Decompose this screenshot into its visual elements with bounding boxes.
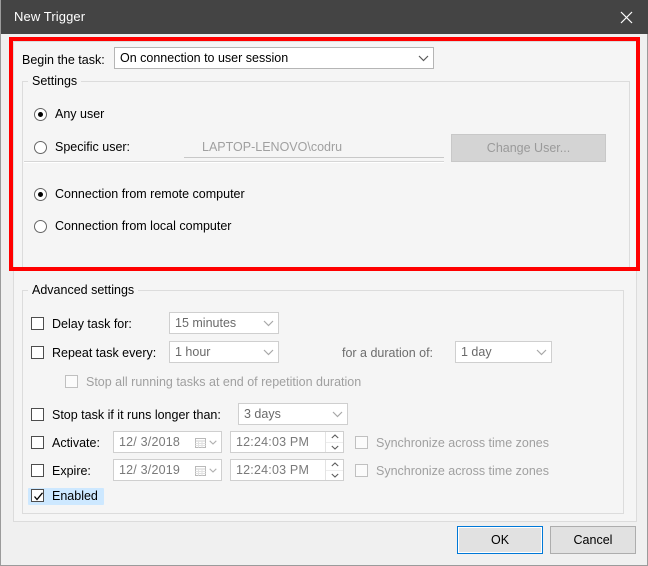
expire-time-value: 12:24:03 PM [236,463,310,477]
calendar-icon[interactable] [191,460,221,480]
begin-task-label: Begin the task: [22,53,105,67]
settings-group-title: Settings [28,74,82,88]
cancel-button-label: Cancel [573,533,613,547]
stop-if-longer-dropdown[interactable]: 3 days [238,403,348,425]
radio-any-user-label: Any user [55,107,105,121]
stop-all-running-tasks-label: Stop all running tasks at end of repetit… [86,375,362,389]
begin-task-value: On connection to user session [120,51,289,65]
delay-task-value: 15 minutes [175,316,237,330]
spinner-down-icon[interactable] [326,443,343,453]
checkbox-activate-sync-timezones[interactable] [355,436,368,449]
expire-time-field[interactable]: 12:24:03 PM [230,459,344,481]
ok-button[interactable]: OK [457,526,543,554]
checkbox-repeat-task[interactable] [31,346,44,359]
checkbox-enabled[interactable] [31,489,44,502]
change-user-button[interactable]: Change User... [451,134,606,162]
stop-if-longer-value: 3 days [244,407,281,421]
stop-if-longer-label: Stop task if it runs longer than: [52,408,221,422]
duration-label: for a duration of: [342,346,434,360]
window-title: New Trigger [14,9,86,24]
change-user-button-label: Change User... [486,141,571,155]
chevron-down-icon [259,342,278,362]
delay-task-dropdown[interactable]: 15 minutes [169,312,279,334]
advanced-settings-group-title: Advanced settings [28,283,139,297]
begin-task-dropdown[interactable]: On connection to user session [114,47,434,69]
radio-specific-user[interactable] [34,141,47,154]
specific-user-field: LAPTOP-LENOVO\codru [184,136,444,158]
radio-any-user[interactable] [34,108,47,121]
cancel-button[interactable]: Cancel [550,526,636,554]
radio-connection-remote[interactable] [34,188,47,201]
radio-connection-local-label: Connection from local computer [55,219,232,233]
close-icon [620,11,633,24]
title-bar: New Trigger [1,0,648,34]
dialog-content-panel: Begin the task: On connection to user se… [13,41,637,522]
activate-date-value: 12/ 3/2018 [119,435,181,449]
expire-date-value: 12/ 3/2019 [119,463,181,477]
activate-time-field[interactable]: 12:24:03 PM [230,431,344,453]
radio-connection-local[interactable] [34,220,47,233]
checkbox-activate[interactable] [31,436,44,449]
spinner-down-icon[interactable] [326,471,343,481]
checkbox-expire-sync-timezones[interactable] [355,464,368,477]
chevron-down-icon [259,313,278,333]
specific-user-value: LAPTOP-LENOVO\codru [202,140,343,154]
chevron-down-icon [328,404,347,424]
calendar-icon[interactable] [191,432,221,452]
settings-separator [24,161,444,163]
activate-label: Activate: [52,436,100,450]
expire-label: Expire: [52,464,91,478]
repeat-task-value: 1 hour [175,345,211,359]
repeat-task-dropdown[interactable]: 1 hour [169,341,279,363]
radio-specific-user-label: Specific user: [55,140,131,154]
expire-sync-timezones-label: Synchronize across time zones [376,464,549,478]
activate-date-field[interactable]: 12/ 3/2018 [113,431,222,453]
activate-time-spinner[interactable] [325,432,343,452]
close-button[interactable] [603,0,648,34]
repeat-task-label: Repeat task every: [52,346,157,360]
duration-dropdown[interactable]: 1 day [455,341,552,363]
expire-time-spinner[interactable] [325,460,343,480]
activate-sync-timezones-label: Synchronize across time zones [376,436,549,450]
checkbox-stop-if-longer[interactable] [31,408,44,421]
spinner-up-icon[interactable] [326,432,343,443]
activate-time-value: 12:24:03 PM [236,435,310,449]
enabled-label: Enabled [52,489,98,503]
delay-task-label: Delay task for: [52,317,132,331]
spinner-up-icon[interactable] [326,460,343,471]
expire-date-field[interactable]: 12/ 3/2019 [113,459,222,481]
chevron-down-icon [532,342,551,362]
checkbox-stop-all-running-tasks[interactable] [65,375,78,388]
chevron-down-icon [414,48,433,68]
checkbox-expire[interactable] [31,464,44,477]
radio-connection-remote-label: Connection from remote computer [55,187,245,201]
settings-groupbox [22,81,630,271]
ok-button-label: OK [490,533,510,547]
checkbox-delay-task[interactable] [31,317,44,330]
new-trigger-dialog: New Trigger Begin the task: On connectio… [0,0,648,566]
duration-value: 1 day [461,345,492,359]
